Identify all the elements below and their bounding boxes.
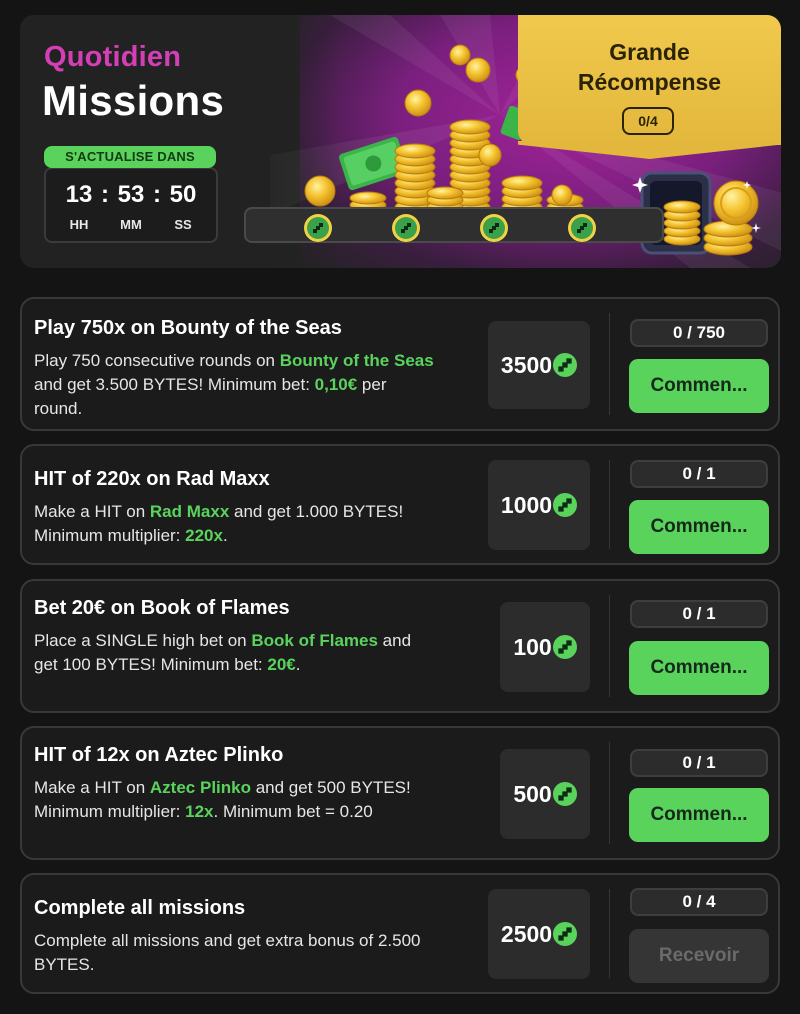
timer-minutes: 53 [117, 181, 145, 208]
mission-title: HIT of 12x on Aztec Plinko [34, 744, 284, 766]
mission-card: Bet 20€ on Book of Flames Place a SINGLE … [20, 579, 780, 713]
mission-card: Complete all missions Complete all missio… [20, 873, 780, 994]
mission-description: Place a SINGLE high bet on Book of Flame… [34, 629, 434, 677]
grand-reward-title-line1: Grande [609, 39, 690, 65]
mission-reward: 3500 [488, 321, 590, 409]
claim-button[interactable]: Recevoir [629, 929, 769, 983]
mission-reward-amount: 500 [513, 780, 552, 807]
card-divider [609, 313, 610, 415]
card-divider [609, 742, 610, 844]
timer-separator: : [101, 181, 109, 208]
mission-reward-amount: 1000 [500, 491, 553, 518]
countdown-timer: 13 : 53 : 50 HH MM SS [44, 167, 218, 243]
start-mission-button[interactable]: Commen... [629, 641, 769, 695]
mission-progress-counter: 0 / 4 [630, 888, 768, 916]
timer-hours-label: HH [69, 217, 89, 232]
card-divider [609, 889, 610, 978]
mission-text: . Minimum bet = 0.20 [213, 802, 373, 821]
refresh-badge: S'ACTUALISE DANS [44, 146, 216, 168]
progress-node-coin-icon [304, 214, 332, 242]
progress-node-coin-icon [480, 214, 508, 242]
grand-reward-title-line2: Récompense [577, 69, 722, 95]
grand-reward-count: 0/4 [622, 107, 674, 135]
mission-description: Play 750 consecutive rounds on Bounty of… [34, 349, 434, 421]
mission-highlight: Aztec Plinko [149, 778, 251, 797]
mission-progress-counter: 0 / 1 [630, 460, 768, 488]
mission-text: . [222, 526, 228, 545]
card-divider [609, 595, 610, 697]
mission-highlight: Bounty of the Seas [279, 351, 434, 370]
timer-seconds: 50 [169, 181, 197, 208]
hero-subtitle: Quotidien [44, 41, 182, 73]
bytes-coin-icon [552, 782, 577, 806]
mission-text: Make a HIT on [34, 502, 150, 521]
mission-highlight: 20€ [267, 655, 296, 674]
progress-node-coin-icon [392, 214, 420, 242]
grand-reward-progress-track [244, 207, 664, 243]
bytes-coin-icon [552, 635, 577, 659]
mission-description: Complete all missions and get extra bonu… [34, 929, 434, 977]
bytes-coin-icon [553, 493, 578, 517]
mission-reward-amount: 3500 [500, 351, 553, 378]
timer-hours: 13 [65, 181, 93, 208]
timer-seconds-label: SS [174, 217, 192, 232]
mission-progress-counter: 0 / 1 [630, 600, 768, 628]
mission-card: Play 750x on Bounty of the Seas Play 750 … [20, 297, 780, 431]
mission-highlight: Rad Maxx [149, 502, 230, 521]
mission-title: Bet 20€ on Book of Flames [34, 597, 290, 619]
mission-card: HIT of 220x on Rad Maxx Make a HIT on Rad… [20, 444, 780, 565]
timer-minutes-label: MM [120, 217, 142, 232]
page-title: Missions [42, 77, 225, 124]
start-mission-button[interactable]: Commen... [629, 359, 769, 413]
start-mission-button[interactable]: Commen... [629, 500, 769, 554]
mission-progress-counter: 0 / 750 [630, 319, 768, 347]
mission-title: Play 750x on Bounty of the Seas [34, 317, 342, 339]
timer-separator: : [153, 181, 161, 208]
mission-highlight: Book of Flames [251, 631, 378, 650]
mission-description: Make a HIT on Rad Maxx and get 1.000 BYT… [34, 500, 434, 548]
mission-reward-amount: 100 [513, 633, 552, 660]
mission-highlight: 220x [185, 526, 223, 545]
mission-reward: 100 [500, 602, 590, 692]
mission-text: Complete all missions and get extra bonu… [34, 931, 421, 974]
mission-text: and get 3.500 BYTES! Minimum bet: [34, 375, 315, 394]
grand-reward-title: Grande Récompense [518, 37, 781, 97]
mission-reward: 1000 [488, 460, 590, 550]
mission-text: . [295, 655, 301, 674]
start-mission-button[interactable]: Commen... [629, 788, 769, 842]
mission-title: Complete all missions [34, 897, 246, 919]
bytes-coin-icon [553, 922, 578, 946]
mission-highlight: 0,10€ [314, 375, 358, 394]
mission-card: HIT of 12x on Aztec Plinko Make a HIT on … [20, 726, 780, 860]
mission-reward: 2500 [488, 889, 590, 979]
mission-text: Play 750 consecutive rounds on [34, 351, 280, 370]
bytes-coin-icon [553, 353, 578, 377]
mission-text: Make a HIT on [34, 778, 150, 797]
progress-node-coin-icon [568, 214, 596, 242]
mission-description: Make a HIT on Aztec Plinko and get 500 B… [34, 776, 434, 824]
mission-reward: 500 [500, 749, 590, 839]
mission-highlight: 12x [185, 802, 214, 821]
mission-text: Place a SINGLE high bet on [34, 631, 252, 650]
mission-reward-amount: 2500 [500, 920, 553, 947]
card-divider [609, 460, 610, 549]
grand-reward-card: Grande Récompense 0/4 [518, 15, 781, 145]
missions-hero-banner: Quotidien Missions 13 : 53 : 50 HH MM SS… [20, 15, 781, 268]
mission-progress-counter: 0 / 1 [630, 749, 768, 777]
mission-title: HIT of 220x on Rad Maxx [34, 468, 270, 490]
